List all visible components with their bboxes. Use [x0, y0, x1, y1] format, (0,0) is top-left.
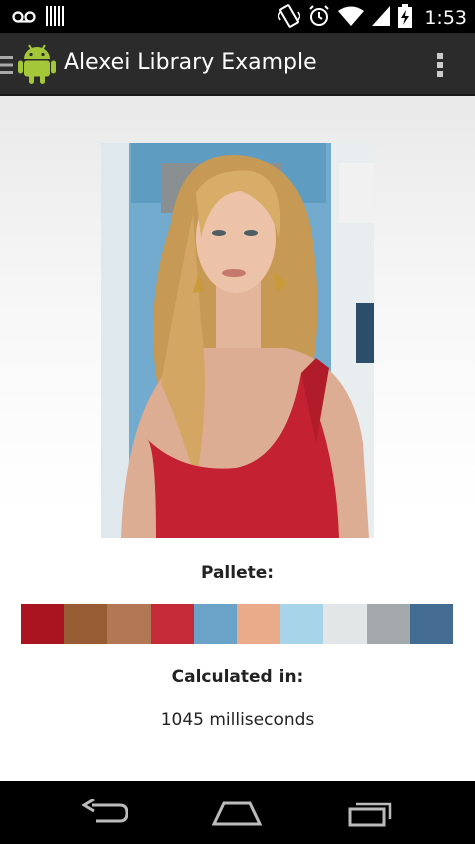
recent-apps-icon[interactable] — [348, 799, 394, 831]
palette-swatch-1 — [21, 604, 65, 644]
signal-icon — [372, 6, 391, 30]
vibrate-icon — [277, 4, 302, 32]
home-icon[interactable] — [211, 799, 263, 831]
action-bar: Alexei Library Example — [0, 33, 475, 96]
palette-swatch-3 — [107, 604, 151, 644]
calculated-value: 1045 milliseconds — [160, 710, 315, 730]
palette-swatch-2 — [64, 604, 108, 644]
palette-swatch-6 — [237, 604, 281, 644]
overflow-menu-icon[interactable] — [435, 51, 445, 83]
wifi-icon — [338, 6, 365, 30]
status-right-group: 1:53 — [277, 4, 467, 32]
status-clock: 1:53 — [424, 7, 467, 29]
palette-swatch-5 — [193, 604, 238, 644]
palette-swatch-7 — [280, 604, 324, 644]
status-left-group — [12, 6, 64, 30]
drawer-icon[interactable] — [0, 54, 14, 80]
android-app-icon[interactable] — [18, 43, 56, 89]
app-title: Alexei Library Example — [64, 50, 317, 75]
main-content: Pallete: Calculated in: 1045 millisecond… — [0, 96, 475, 781]
status-bar: 1:53 — [0, 0, 475, 33]
portrait-photo — [101, 143, 374, 538]
palette-swatch-8 — [323, 604, 367, 644]
voicemail-icon — [12, 9, 36, 28]
calculated-heading: Calculated in: — [171, 667, 304, 687]
color-palette — [21, 604, 454, 644]
back-icon[interactable] — [81, 797, 129, 831]
barcode-icon — [46, 6, 64, 30]
palette-swatch-4 — [150, 604, 194, 644]
navigation-bar — [0, 781, 475, 844]
palette-swatch-9 — [366, 604, 410, 644]
alarm-icon — [308, 5, 330, 31]
palette-swatch-10 — [409, 604, 454, 644]
palette-heading: Pallete: — [200, 563, 275, 583]
battery-charging-icon — [398, 4, 413, 32]
